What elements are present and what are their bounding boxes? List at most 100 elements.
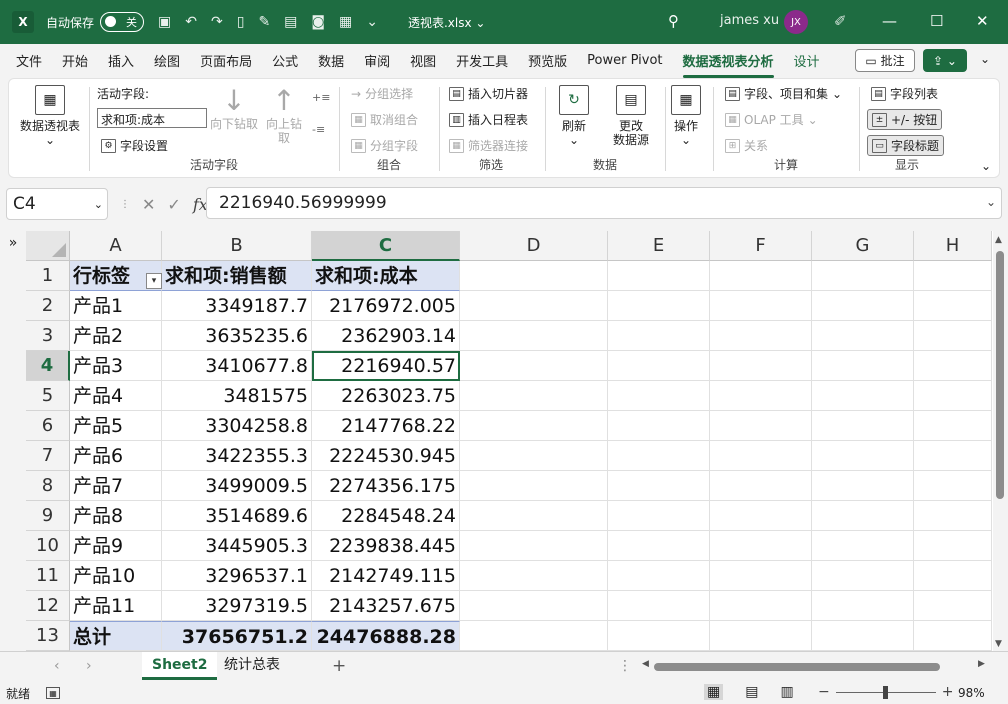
table-cell[interactable]: 2176972.005 <box>312 291 460 321</box>
table-cell[interactable] <box>710 321 812 351</box>
field-headers-toggle[interactable]: ▭ 字段标题 <box>867 135 945 156</box>
table-cell[interactable] <box>812 321 914 351</box>
table-cell[interactable] <box>608 561 710 591</box>
cancel-icon[interactable]: ✕ <box>142 195 155 214</box>
ungroup-button[interactable]: ▦ 取消组合 <box>351 111 418 128</box>
table-cell[interactable]: 3349187.7 <box>162 291 312 321</box>
table-cell[interactable] <box>812 261 914 291</box>
collapse-field-icon[interactable]: -≡ <box>312 123 325 136</box>
filter-connections-button[interactable]: ▦ 筛选器连接 <box>449 137 528 154</box>
table-cell[interactable]: 产品6 <box>70 441 162 471</box>
table-cell[interactable] <box>914 501 992 531</box>
table-cell[interactable]: 3481575 <box>162 381 312 411</box>
excel-icon[interactable]: X <box>12 11 34 33</box>
table-cell[interactable]: 产品10 <box>70 561 162 591</box>
table-cell[interactable] <box>812 351 914 381</box>
comments-button[interactable]: ▭ 批注 <box>855 49 915 72</box>
insert-slicer-button[interactable]: ▤ 插入切片器 <box>449 85 528 102</box>
table-cell[interactable] <box>914 591 992 621</box>
tab-pivot-analyze[interactable]: 数据透视表分析 <box>682 47 774 78</box>
table-cell[interactable] <box>710 441 812 471</box>
field-settings-button[interactable]: ⚙ 字段设置 <box>101 137 168 154</box>
zoom-level[interactable]: 98% <box>958 686 985 700</box>
row-header-1[interactable]: 1 <box>26 261 70 291</box>
file-name[interactable]: 透视表.xlsx ⌄ <box>408 14 486 31</box>
table-cell[interactable] <box>710 561 812 591</box>
table-cell[interactable]: 3499009.5 <box>162 471 312 501</box>
page-break-view-icon[interactable]: ▥ <box>780 684 793 700</box>
table-cell[interactable] <box>812 561 914 591</box>
table-cell[interactable]: 产品11 <box>70 591 162 621</box>
table-cell[interactable]: 2143257.675 <box>312 591 460 621</box>
row-header-3[interactable]: 3 <box>26 321 70 351</box>
name-box[interactable]: C4 ⌄ <box>6 188 108 220</box>
row-header-13[interactable]: 13 <box>26 621 70 651</box>
row-header-9[interactable]: 9 <box>26 501 70 531</box>
row-header-6[interactable]: 6 <box>26 411 70 441</box>
table-cell[interactable]: 3445905.3 <box>162 531 312 561</box>
table-cell[interactable] <box>914 291 992 321</box>
tab-developer[interactable]: 开发工具 <box>456 47 508 74</box>
relationships-button[interactable]: ⊞ 关系 <box>725 137 768 154</box>
table-cell[interactable] <box>812 591 914 621</box>
table-cell[interactable] <box>812 501 914 531</box>
fields-items-sets-button[interactable]: ▤ 字段、项目和集 ⌄ <box>725 85 842 102</box>
table-cell[interactable]: 总计 <box>70 621 162 651</box>
row-header-5[interactable]: 5 <box>26 381 70 411</box>
table-cell[interactable]: 2284548.24 <box>312 501 460 531</box>
tab-draw[interactable]: 绘图 <box>154 47 180 74</box>
table-cell[interactable]: 3514689.6 <box>162 501 312 531</box>
expand-pane-icon[interactable]: » <box>0 231 26 651</box>
scroll-right-icon[interactable]: ▶ <box>978 659 985 669</box>
table-cell[interactable] <box>460 381 608 411</box>
table-cell[interactable]: 产品4 <box>70 381 162 411</box>
table-cell[interactable] <box>608 321 710 351</box>
olap-tools-button[interactable]: ▦ OLAP 工具 ⌄ <box>725 111 818 128</box>
table-cell[interactable] <box>812 471 914 501</box>
scroll-down-icon[interactable]: ▼ <box>995 639 1002 649</box>
table-cell[interactable] <box>914 351 992 381</box>
add-sheet-icon[interactable]: + <box>332 656 346 676</box>
row-header-12[interactable]: 12 <box>26 591 70 621</box>
zoom-out-icon[interactable]: − <box>818 684 830 700</box>
close-icon[interactable]: ✕ <box>976 12 989 30</box>
tab-view[interactable]: 视图 <box>410 47 436 74</box>
table-cell[interactable]: 求和项:销售额 <box>162 261 312 291</box>
sheet-tab-summary[interactable]: 统计总表 <box>214 652 290 680</box>
tab-preview[interactable]: 预览版 <box>528 47 567 74</box>
column-header-h[interactable]: H <box>914 231 992 261</box>
column-header-c[interactable]: C <box>312 231 460 261</box>
table-cell[interactable] <box>812 441 914 471</box>
horizontal-scrollbar[interactable]: ◀ ▶ <box>642 659 992 673</box>
table-cell[interactable]: 3296537.1 <box>162 561 312 591</box>
print-icon[interactable]: ▤ <box>284 14 297 30</box>
table-cell[interactable]: 2142749.115 <box>312 561 460 591</box>
table-cell[interactable] <box>710 591 812 621</box>
row-header-8[interactable]: 8 <box>26 471 70 501</box>
table-cell[interactable] <box>914 381 992 411</box>
table-cell[interactable] <box>460 471 608 501</box>
tab-formulas[interactable]: 公式 <box>272 47 298 74</box>
table-cell[interactable]: 2224530.945 <box>312 441 460 471</box>
tab-file[interactable]: 文件 <box>16 47 42 74</box>
autosave-toggle[interactable]: 关 <box>100 12 145 32</box>
table-cell[interactable]: 产品7 <box>70 471 162 501</box>
table-cell[interactable] <box>914 621 992 651</box>
zoom-knob[interactable] <box>882 685 888 699</box>
table-cell[interactable] <box>608 621 710 651</box>
table-cell[interactable]: 2239838.445 <box>312 531 460 561</box>
zoom-in-icon[interactable]: + <box>942 684 954 700</box>
group-field-button[interactable]: ▦ 分组字段 <box>351 137 418 154</box>
check-icon[interactable]: ✓ <box>167 195 180 214</box>
table-cell[interactable] <box>460 411 608 441</box>
column-header-e[interactable]: E <box>608 231 710 261</box>
actions-button[interactable]: ▦ 操作 ⌄ <box>669 85 703 147</box>
table-cell[interactable]: 2274356.175 <box>312 471 460 501</box>
page-layout-view-icon[interactable]: ▤ <box>745 684 758 700</box>
table-cell[interactable]: 2362903.14 <box>312 321 460 351</box>
table-cell[interactable] <box>608 261 710 291</box>
table-cell[interactable] <box>710 351 812 381</box>
vertical-scrollbar[interactable]: ▲ ▼ <box>993 231 1008 651</box>
table-cell[interactable]: 2216940.57 <box>312 351 460 381</box>
tab-home[interactable]: 开始 <box>62 47 88 74</box>
